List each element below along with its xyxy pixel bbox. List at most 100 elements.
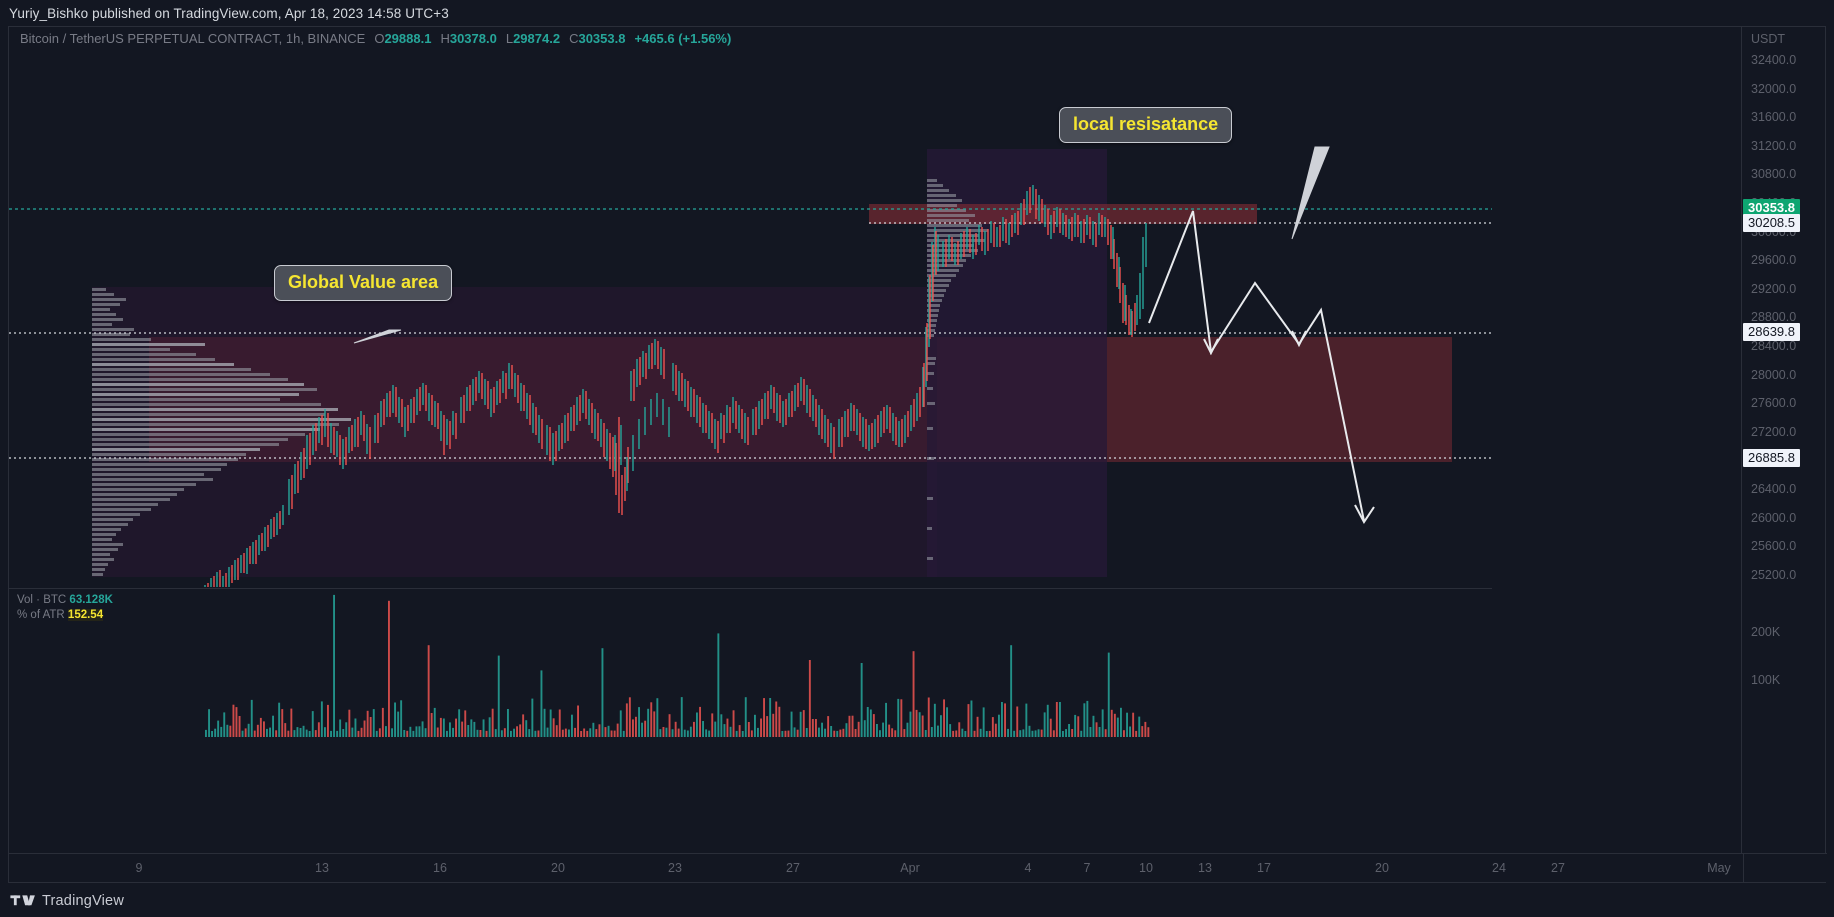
volume-bar: [583, 728, 586, 737]
volume-bar: [1019, 730, 1022, 737]
volume-bar: [940, 715, 942, 737]
volume-bar: [1138, 716, 1141, 737]
volume-bar: [821, 722, 823, 737]
volume-bar: [674, 721, 677, 737]
price-axis-tick: 29200.0: [1751, 281, 1797, 296]
volume-bar: [421, 721, 424, 737]
volume-bar: [854, 729, 857, 737]
volume-bar: [330, 730, 332, 737]
volume-bar: [833, 730, 836, 737]
ohlc-low-value: 29874.2: [513, 31, 561, 46]
volume-bar: [723, 724, 726, 737]
volume-bar: [610, 730, 613, 737]
volume-bar: [906, 722, 909, 737]
volume-bar: [357, 730, 360, 737]
volume-bar: [754, 714, 756, 737]
volume-bar: [1135, 730, 1138, 737]
volume-bar: [912, 651, 915, 737]
volume-bar: [958, 722, 961, 737]
volume-bar: [979, 728, 982, 737]
volume-bar: [235, 707, 238, 737]
volume-bar: [793, 727, 796, 737]
volume-bar: [650, 702, 653, 737]
volume-bar: [461, 721, 464, 737]
volume-bar: [1089, 727, 1092, 737]
volume-bar: [790, 711, 793, 737]
volume-bar: [991, 717, 994, 737]
volume-bar: [1052, 730, 1055, 737]
volume-bar: [866, 707, 869, 737]
volume-bar: [653, 711, 656, 737]
symbol-legend[interactable]: Bitcoin / TetherUS PERPETUAL CONTRACT, 1…: [20, 31, 731, 46]
price-axis-tag[interactable]: 28639.8: [1743, 323, 1800, 341]
volume-bar: [263, 721, 265, 737]
volume-bar: [558, 709, 561, 737]
volume-bar: [1120, 707, 1122, 737]
volume-chart-svg: [205, 594, 1150, 737]
callout-global-value-area[interactable]: Global Value area: [274, 265, 453, 301]
axis-corner[interactable]: [1743, 853, 1827, 882]
volume-bar: [933, 703, 936, 737]
volume-bar: [378, 728, 381, 737]
tradingview-logo[interactable]: TradingView: [10, 893, 124, 909]
volume-bar: [635, 716, 637, 737]
symbol-title: Bitcoin / TetherUS PERPETUAL CONTRACT, 1…: [20, 31, 366, 46]
volume-bar: [869, 709, 872, 737]
volume-bar: [442, 718, 445, 737]
volume-bar: [680, 697, 683, 737]
forecast-arrowhead-3: [1354, 504, 1375, 524]
volume-bar: [824, 728, 826, 737]
price-axis-tag[interactable]: 26885.8: [1743, 449, 1800, 467]
volume-bar: [943, 699, 945, 737]
volume-bar: [872, 714, 875, 737]
volume-bar: [314, 730, 317, 737]
volume-bar: [403, 730, 406, 737]
volume-bar: [324, 727, 326, 737]
price-axis-tag[interactable]: 30208.5: [1743, 214, 1800, 232]
volume-bar: [1031, 730, 1034, 737]
price-axis-tick: 32000.0: [1751, 81, 1797, 96]
tradingview-logo-text: TradingView: [42, 893, 124, 909]
volume-bar: [699, 706, 701, 737]
volume-pane[interactable]: [9, 589, 1492, 737]
volume-bar: [476, 729, 479, 737]
volume-bar: [394, 702, 396, 737]
callout-global-value-area-text: Global Value area: [288, 272, 439, 292]
ohlc-high-value: 30378.0: [449, 31, 497, 46]
volume-bar: [223, 712, 226, 737]
volume-bar: [982, 707, 985, 737]
volume-bar: [507, 709, 509, 737]
volume-bar: [482, 719, 485, 737]
callout-local-resistance[interactable]: local resisatance: [1059, 107, 1233, 143]
volume-bar: [479, 730, 482, 737]
volume-bar: [885, 702, 887, 737]
volume-bar: [708, 730, 711, 737]
volume-bar: [1055, 702, 1058, 737]
time-axis-tick: 20: [551, 861, 565, 875]
volume-bar: [787, 730, 790, 737]
volume-bar: [915, 709, 918, 737]
volume-bar: [354, 718, 357, 737]
volume-bar: [689, 726, 692, 737]
time-axis-tick: 16: [433, 861, 447, 875]
volume-bar: [217, 720, 220, 737]
volume-legend-row-1: Vol · BTC 63.128K: [17, 593, 113, 608]
volume-bar: [464, 710, 467, 737]
price-pane[interactable]: [9, 27, 1492, 587]
volume-bar: [375, 730, 378, 737]
volume-bar: [275, 730, 278, 737]
atr-value: 152.54: [67, 609, 104, 621]
price-axis[interactable]: USDT 32400.0 32000.0 31600.0 31200.0 30800.0…: [1741, 27, 1825, 882]
volume-bar: [1144, 721, 1147, 737]
time-axis-tick: 27: [786, 861, 800, 875]
time-axis[interactable]: 9 13 16 20 23 27 Apr 4 7 10 13 17 20 24 27 May: [9, 853, 1827, 882]
volume-bar: [513, 728, 515, 737]
volume-bar: [1071, 729, 1074, 737]
volume-bar: [1034, 730, 1037, 737]
volume-bar: [287, 730, 290, 737]
volume-bar: [662, 727, 665, 737]
volume-bar: [299, 728, 302, 737]
callout-leader-resistance: [1291, 146, 1330, 240]
volume-legend[interactable]: Vol · BTC 63.128K % of ATR 152.54: [17, 593, 113, 623]
volume-bar: [665, 727, 668, 737]
